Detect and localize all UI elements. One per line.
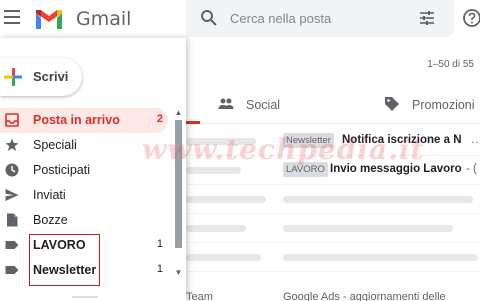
sidebar-item-sent[interactable]: Inviati bbox=[0, 183, 168, 208]
search-bar bbox=[186, 0, 454, 37]
clock-icon bbox=[5, 163, 19, 177]
gmail-logo[interactable] bbox=[34, 7, 64, 31]
tab-label: Promozioni bbox=[412, 98, 475, 112]
mail-row[interactable] bbox=[186, 185, 480, 214]
primary-tab-indicator bbox=[186, 121, 200, 124]
unread-count: 2 bbox=[156, 113, 163, 125]
mail-row[interactable] bbox=[186, 214, 480, 243]
snippet-blurred bbox=[283, 196, 473, 203]
compose-label: Scrivi bbox=[33, 69, 69, 84]
unread-count: 1 bbox=[156, 238, 163, 250]
help-icon[interactable] bbox=[462, 8, 480, 28]
unread-count: 1 bbox=[156, 263, 163, 275]
tab-promotions[interactable]: Promozioni bbox=[376, 86, 480, 124]
search-input[interactable] bbox=[230, 8, 400, 28]
snippet-blurred bbox=[283, 254, 478, 261]
search-options-icon[interactable] bbox=[418, 9, 436, 27]
mail-subject: Google Ads - aggiornamenti delle bbox=[283, 291, 446, 301]
mail-main-area: 1–50 di 55 Social Promozioni Newsletter … bbox=[186, 38, 480, 301]
sender-blurred bbox=[186, 254, 261, 261]
mail-row[interactable] bbox=[186, 243, 480, 272]
inbox-icon bbox=[5, 113, 19, 127]
sidebar: Scrivi Posta in arrivo 2 Speciali Postic… bbox=[0, 38, 186, 301]
sidebar-item-label: Bozze bbox=[33, 213, 68, 227]
tab-social[interactable]: Social bbox=[210, 86, 320, 124]
scrollbar-thumb[interactable] bbox=[175, 120, 182, 248]
mail-sender: Team bbox=[186, 291, 213, 301]
draft-icon bbox=[7, 213, 18, 227]
sidebar-item-starred[interactable]: Speciali bbox=[0, 133, 168, 158]
sidebar-item-inbox[interactable]: Posta in arrivo 2 bbox=[0, 108, 168, 133]
sidebar-item-drafts[interactable]: Bozze bbox=[0, 208, 168, 233]
scroll-down-icon[interactable]: ▼ bbox=[174, 268, 183, 278]
sidebar-item-label: Posta in arrivo bbox=[33, 113, 120, 127]
sender-blurred bbox=[186, 196, 266, 203]
sender-blurred bbox=[186, 225, 246, 232]
compose-plus-icon bbox=[4, 68, 22, 86]
sidebar-item-label: Posticipati bbox=[33, 163, 90, 177]
snippet-blurred bbox=[283, 225, 453, 232]
label-chip: Newsletter bbox=[283, 133, 334, 148]
sender-blurred bbox=[186, 138, 256, 145]
mail-subject: Notifica iscrizione a N bbox=[342, 134, 462, 146]
top-bar: Gmail bbox=[0, 0, 480, 38]
scroll-up-icon[interactable]: ▲ bbox=[174, 108, 183, 118]
sidebar-scrollbar[interactable]: ▲ ▼ bbox=[174, 108, 183, 288]
sidebar-item-label: Speciali bbox=[33, 138, 77, 152]
compose-button[interactable]: Scrivi bbox=[0, 58, 82, 96]
search-icon[interactable] bbox=[200, 9, 218, 27]
mail-row[interactable]: Newsletter Notifica iscrizione a N … bbox=[186, 127, 480, 156]
mail-row[interactable]: LAVORO Invio messaggio Lavoro - ( bbox=[186, 156, 480, 185]
gmail-brand-text: Gmail bbox=[76, 8, 132, 30]
main-menu-icon[interactable] bbox=[4, 10, 20, 24]
sidebar-item-label: Inviati bbox=[33, 188, 66, 202]
mail-snippet: … bbox=[471, 134, 480, 146]
sender-blurred bbox=[186, 167, 241, 174]
send-icon bbox=[5, 189, 19, 201]
mail-row-partial[interactable]: Team Google Ads - aggiornamenti delle bbox=[186, 291, 480, 301]
mail-list: Newsletter Notifica iscrizione a N … LAV… bbox=[186, 127, 480, 272]
mail-snippet: - ( bbox=[466, 163, 477, 175]
sidebar-divider bbox=[72, 296, 98, 298]
labels-highlight-box bbox=[29, 234, 100, 286]
label-icon bbox=[5, 241, 19, 249]
label-icon bbox=[5, 266, 19, 274]
people-icon bbox=[218, 98, 234, 109]
mail-subject: Invio messaggio Lavoro bbox=[330, 163, 462, 175]
category-tabs: Social Promozioni bbox=[186, 86, 480, 124]
tab-label: Social bbox=[246, 98, 281, 112]
tag-icon bbox=[385, 97, 399, 111]
star-icon bbox=[5, 138, 19, 151]
sidebar-item-snoozed[interactable]: Posticipati bbox=[0, 158, 168, 183]
label-chip: LAVORO bbox=[283, 162, 328, 177]
pagination-range: 1–50 di 55 bbox=[427, 59, 474, 70]
